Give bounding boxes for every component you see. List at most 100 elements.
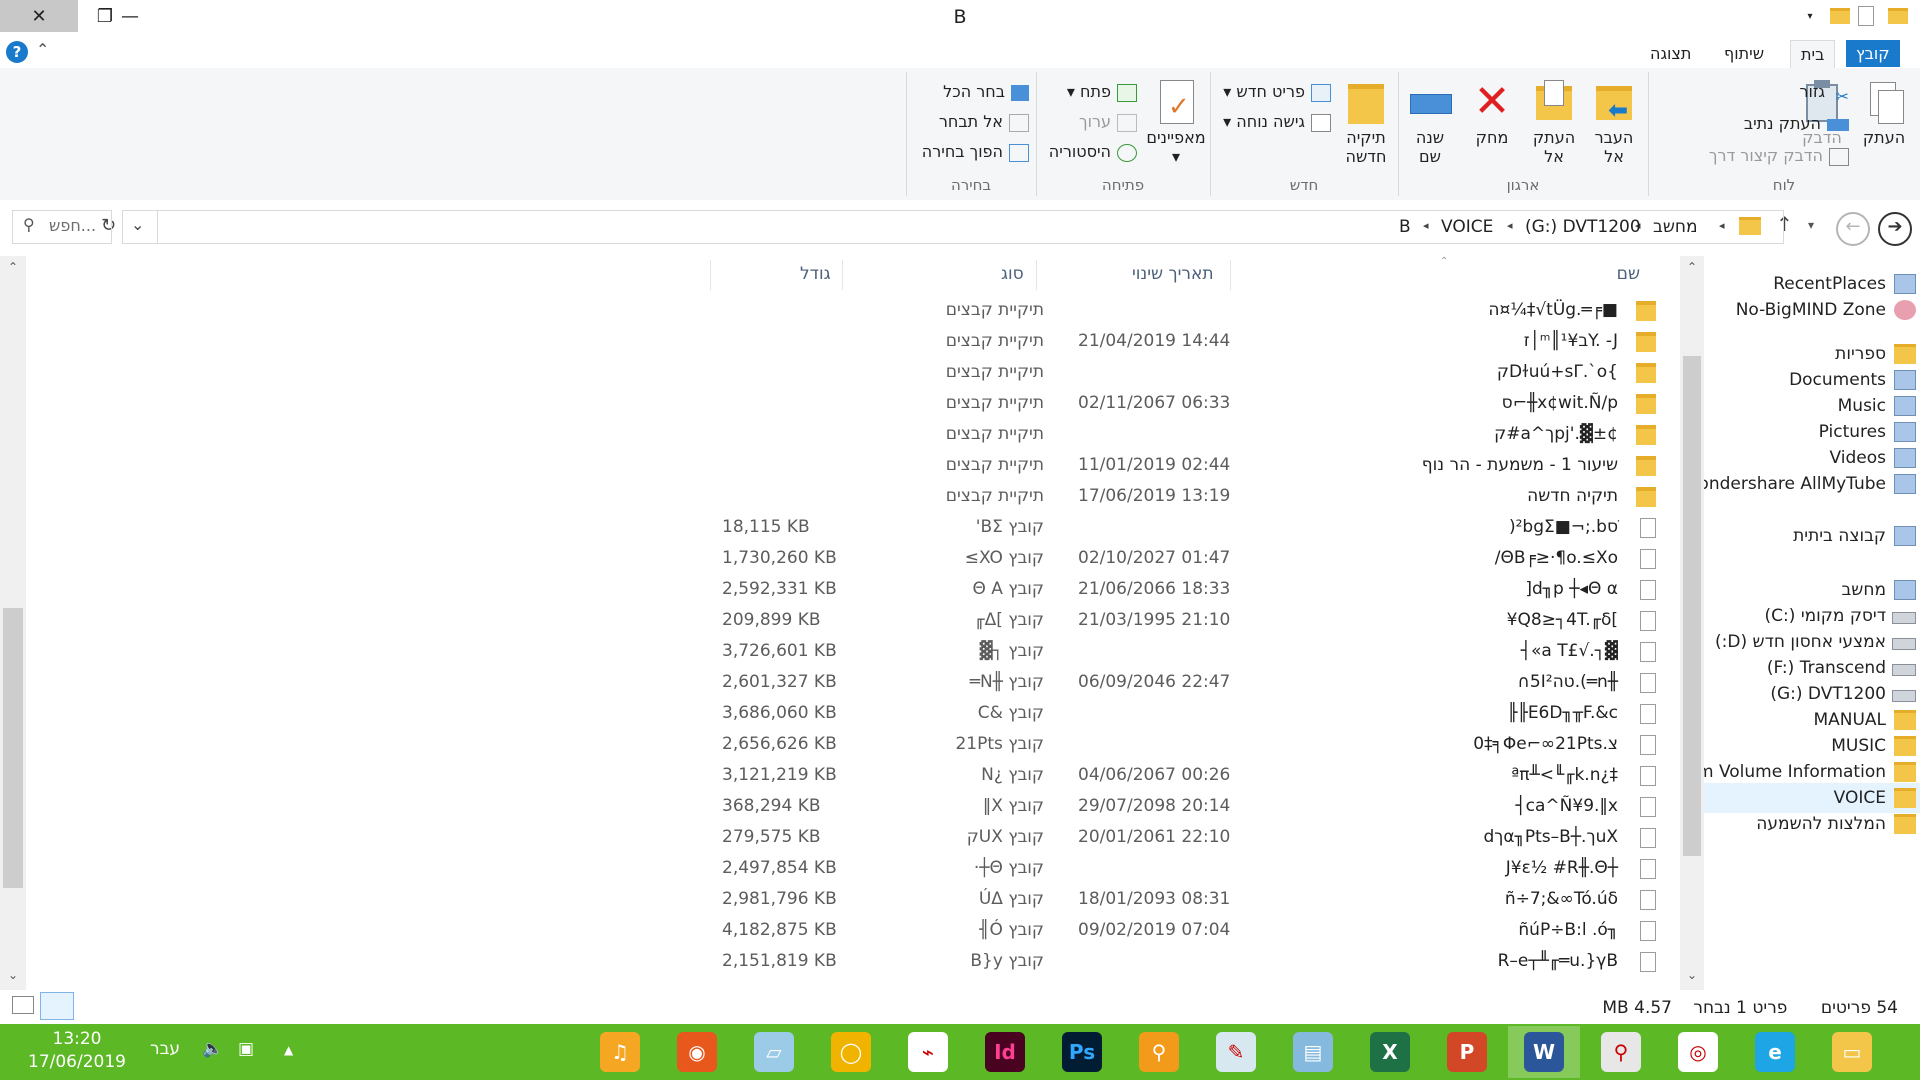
nav-item[interactable]: MANUAL: [1813, 706, 1886, 734]
nav-item[interactable]: Documents: [1789, 366, 1886, 394]
rename-button[interactable]: שנה שם: [1399, 80, 1461, 166]
paste-shortcut-button[interactable]: הדבק קיצור דרך: [1709, 144, 1849, 168]
nav-item[interactable]: המלצות להשמעה: [1756, 810, 1886, 838]
open-button[interactable]: פתח ▾: [1067, 80, 1137, 104]
left-scroll-thumb[interactable]: [3, 608, 23, 888]
qat-folder-icon[interactable]: [1830, 6, 1850, 26]
move-to-button[interactable]: ⬅ העבר אל: [1583, 80, 1645, 166]
qat-dropdown-icon[interactable]: ▾: [1800, 0, 1820, 32]
show-hidden-icons-icon[interactable]: ▲: [284, 1043, 293, 1057]
taskbar-app-powerpoint[interactable]: P: [1431, 1026, 1503, 1078]
select-all-button[interactable]: בחר הכל: [943, 80, 1029, 104]
table-row[interactable]: /ΘB╒≥·¶o.≤Xo 02/10/2027 01:47 קובץ XO≥ 1,73…: [26, 544, 1666, 575]
table-row[interactable]: ¥Q8≥┐4T.╓δ[21/03/1995 21:10 קובץ ]Δ╓ 209,8…: [26, 606, 1666, 637]
copy-path-button[interactable]: העתק נתיב: [1744, 112, 1849, 136]
nav-item[interactable]: מחשב: [1841, 576, 1886, 604]
edit-button[interactable]: ערוך: [1079, 110, 1137, 134]
tab-file[interactable]: קובץ: [1846, 40, 1900, 67]
breadcrumb-computer[interactable]: מחשב: [1653, 217, 1698, 237]
tab-view[interactable]: תצוגה: [1640, 40, 1701, 67]
details-view-icon[interactable]: [40, 992, 74, 1020]
table-row[interactable]: J¥ε½ #R╫.Θ┼ קובץ Θ┼· 2,497,854 KB: [26, 854, 1666, 885]
taskbar-app-notepad[interactable]: ▤: [1277, 1026, 1349, 1078]
taskbar-app-paint[interactable]: ✎: [1200, 1026, 1272, 1078]
nav-item[interactable]: Pictures: [1819, 418, 1886, 446]
new-folder-button[interactable]: תיקיה חדשה: [1335, 80, 1397, 166]
tab-home[interactable]: בית: [1790, 40, 1836, 69]
nav-item[interactable]: System Volume Information: [1704, 758, 1886, 786]
scroll-down-icon[interactable]: ⌄: [0, 968, 26, 982]
breadcrumb-voice[interactable]: VOICE: [1441, 217, 1493, 237]
taskbar-app-explorer[interactable]: ▭: [1816, 1026, 1888, 1078]
qat-newfolder-icon[interactable]: [1888, 6, 1910, 26]
taskbar-app-search-tool[interactable]: ⚲: [1123, 1026, 1195, 1078]
table-row[interactable]: ס⌐╫x¢wit.Ñ/p 02/11/2067 06:33 תיקיית קבצים: [26, 389, 1666, 420]
collapse-ribbon-icon[interactable]: ⌃: [36, 40, 49, 59]
taskbar-app-files[interactable]: ▱: [738, 1026, 810, 1078]
column-type-header[interactable]: סוג: [1001, 264, 1024, 284]
taskbar-app-excel[interactable]: X: [1354, 1026, 1426, 1078]
nav-item[interactable]: Wondershare AllMyTube: [1704, 470, 1886, 498]
network-icon[interactable]: ▣: [238, 1039, 254, 1059]
easy-access-button[interactable]: גישה נוחה ▾: [1223, 110, 1331, 134]
taskbar-app-acrobat[interactable]: ⌁: [892, 1026, 964, 1078]
table-row[interactable]: R–e┬╨╓═u.}γB קובץ B}y 2,151,819 KB: [26, 947, 1666, 978]
table-row[interactable]: dךα╖Pts–B┼.ךuX 20/01/2061 22:10 קובץ UXק 27…: [26, 823, 1666, 854]
nav-item[interactable]: No-BigMIND Zone: [1736, 296, 1886, 324]
clock[interactable]: 13:20 17/06/2019: [22, 1028, 132, 1074]
cut-button[interactable]: ✂גזור: [1799, 80, 1849, 106]
table-row[interactable]: ╟╟E6D╖╥F.&c קובץ &C 3,686,060 KB: [26, 699, 1666, 730]
taskbar-app-magnifier[interactable]: ⚲: [1585, 1026, 1657, 1078]
table-row[interactable]: ┤ca^Ñ¥9.‖x 29/07/2098 20:14 קובץ X‖ 368,294…: [26, 792, 1666, 823]
invert-selection-button[interactable]: הפוך בחירה: [922, 140, 1029, 164]
delete-button[interactable]: ✕ מחק: [1461, 80, 1523, 148]
table-row[interactable]: ∩5I²טה.(═n╫ 06/09/2046 22:47 קובץ ╫N═ 2,601…: [26, 668, 1666, 699]
forward-button[interactable]: ←: [1836, 212, 1870, 246]
column-name-header[interactable]: שם: [1617, 264, 1640, 284]
nav-item[interactable]: (G:) DVT1200: [1770, 680, 1886, 708]
taskbar-app-word[interactable]: W: [1508, 1026, 1580, 1078]
column-date-header[interactable]: תאריך שינוי: [1132, 264, 1214, 284]
taskbar-app-photoshop[interactable]: Ps: [1046, 1026, 1118, 1078]
left-scrollbar[interactable]: ⌃ ⌄: [0, 256, 26, 990]
column-size-header[interactable]: גודל: [800, 264, 831, 284]
address-dropdown-icon[interactable]: ⌄: [131, 215, 144, 234]
nav-item[interactable]: VOICE: [1834, 784, 1886, 812]
nav-item[interactable]: Videos: [1830, 444, 1887, 472]
help-icon[interactable]: ?: [6, 41, 28, 63]
nav-item[interactable]: ספריות: [1835, 340, 1886, 368]
table-row[interactable]: ñúP÷B:l .ó╖ 09/02/2019 07:04 קובץ Ó╢ 4,182,…: [26, 916, 1666, 947]
scroll-up-icon[interactable]: ⌃: [1680, 260, 1704, 274]
table-row[interactable]: ªπ╨<╙╓k.n¿‡ 04/06/2067 00:26 קובץ ¿N 3,121,…: [26, 761, 1666, 792]
taskbar-app-indesign[interactable]: Id: [969, 1026, 1041, 1078]
back-button[interactable]: ➔: [1878, 212, 1912, 246]
select-none-button[interactable]: אל תבחר: [939, 110, 1029, 134]
new-item-button[interactable]: פריט חדש ▾: [1223, 80, 1331, 104]
scroll-down-icon[interactable]: ⌄: [1680, 968, 1704, 982]
address-box[interactable]: ◂ מחשב ◂ (G:) DVT1200 ◂ VOICE ◂ B ⌄ ↻: [101, 210, 1784, 244]
breadcrumb-b[interactable]: B: [1399, 217, 1411, 237]
language-indicator[interactable]: עבר: [150, 1039, 180, 1059]
qat-properties-icon[interactable]: [1858, 6, 1880, 26]
tab-share[interactable]: שיתוף: [1714, 40, 1774, 67]
nav-item[interactable]: קבוצה ביתית: [1793, 522, 1886, 550]
table-row[interactable]: תיקיה חדשה 17/06/2019 13:19 תיקיית קבצים: [26, 482, 1666, 513]
file-list-scrollbar[interactable]: ⌃ ⌄: [1680, 256, 1704, 990]
recent-locations-icon[interactable]: ▾: [1808, 218, 1814, 232]
file-list-scroll-thumb[interactable]: [1683, 356, 1701, 856]
table-row[interactable]: 0‡╕Φe⌐∞21Pts.צ קובץ 21Pts 2,656,626 KB: [26, 730, 1666, 761]
copy-button[interactable]: העתק: [1853, 80, 1915, 147]
scroll-up-icon[interactable]: ⌃: [0, 260, 26, 274]
copy-to-button[interactable]: העתק אל: [1523, 80, 1585, 166]
nav-item[interactable]: (F:) Transcend: [1767, 654, 1886, 682]
nav-item[interactable]: MUSIC: [1831, 732, 1886, 760]
taskbar-app-firefox[interactable]: ◉: [661, 1026, 733, 1078]
large-icons-view-icon[interactable]: [12, 996, 34, 1014]
taskbar-app-chrome[interactable]: ◎: [1662, 1026, 1734, 1078]
table-row[interactable]: ז│ᵐ║¹¥בY. -J 21/04/2019 14:44 תיקיית קבצים: [26, 327, 1666, 358]
table-row[interactable]: ┤«a T£√.┐▓ קובץ ┐▓ 3,726,601 KB: [26, 637, 1666, 668]
volume-icon[interactable]: 🔈: [202, 1039, 223, 1059]
taskbar-app-chrome-canary[interactable]: ◯: [815, 1026, 887, 1078]
table-row[interactable]: שיעור 1 - משמעת - הר נוף 11/01/2019 02:44…: [26, 451, 1666, 482]
taskbar-app-ie[interactable]: e: [1739, 1026, 1811, 1078]
